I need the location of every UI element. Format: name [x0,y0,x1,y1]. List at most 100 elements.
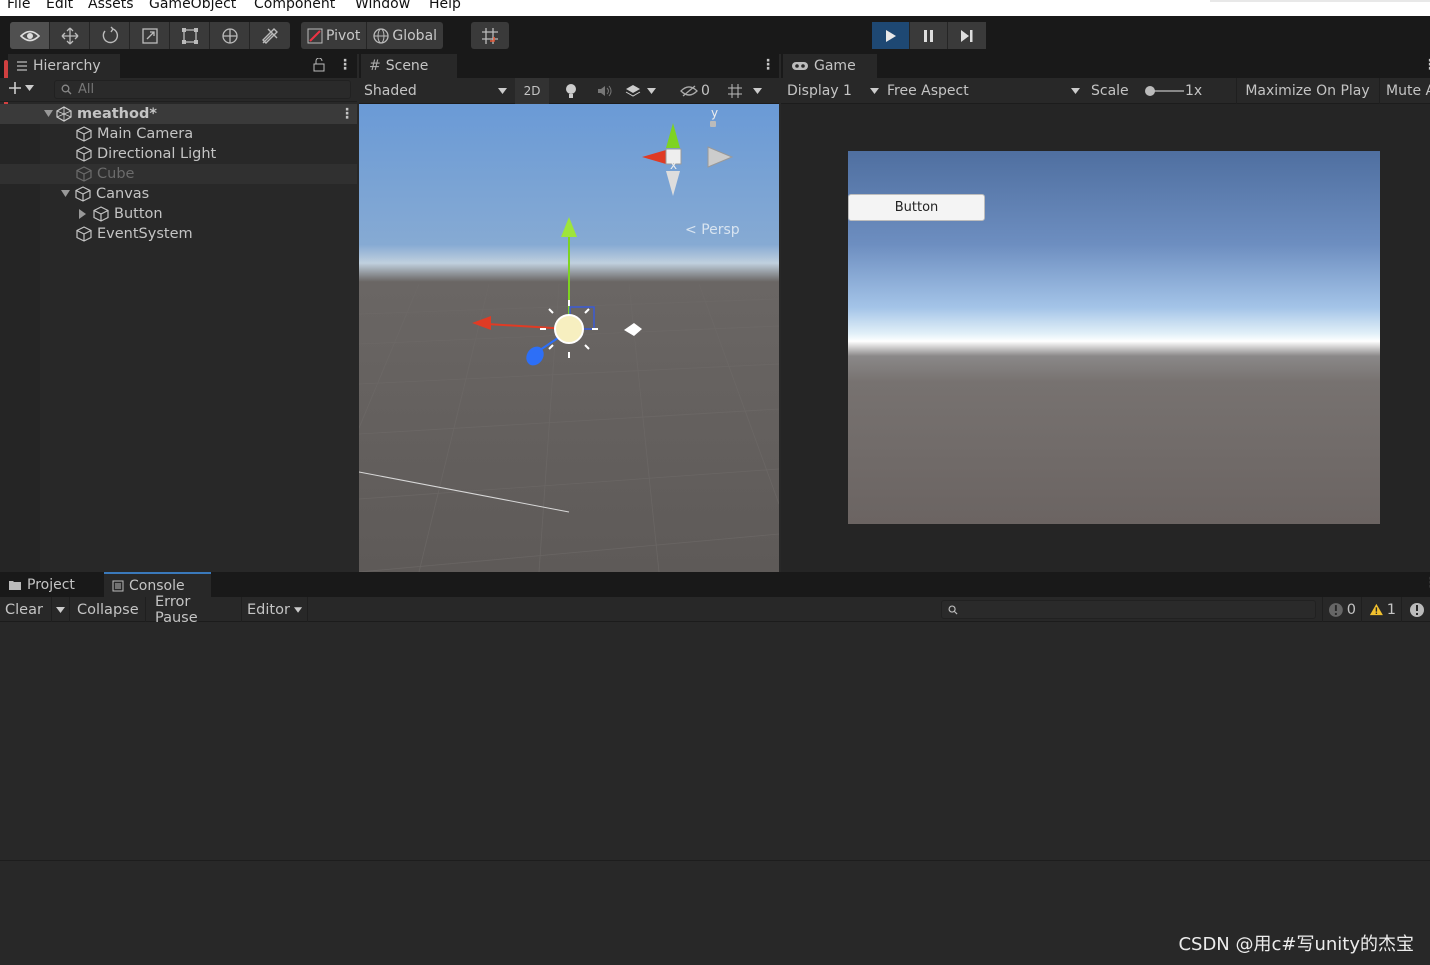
effects-dropdown[interactable] [625,78,669,104]
pivot-icon [307,28,323,43]
menu-assets[interactable]: Assets [88,0,134,11]
expand-arrow-icon[interactable] [44,110,56,118]
list-icon [17,61,27,71]
error-pause-label: Error Pause [155,593,198,626]
clear-options-dropdown[interactable] [52,597,70,622]
custom-tool-button[interactable] [250,22,290,49]
hierarchy-search-input[interactable]: All [54,80,351,99]
create-button[interactable] [8,81,34,95]
tab-hierarchy[interactable]: Hierarchy [8,54,120,78]
hierarchy-item-directional-light[interactable]: Directional Light [0,144,357,164]
aspect-dropdown[interactable]: Free Aspect [887,78,1080,104]
step-button[interactable] [948,22,986,49]
menu-divider [1210,0,1430,2]
gameobject-cube-icon [76,226,92,242]
hierarchy-item-button[interactable]: Button [0,204,357,224]
game-ui-button[interactable]: Button [848,194,985,221]
slider-thumb[interactable] [1145,86,1155,96]
hierarchy-menu-icon[interactable]: ⋮ [338,58,352,72]
hash-icon: # [369,58,381,74]
maximize-label: Maximize On Play [1245,83,1370,99]
2d-toggle[interactable]: 2D [515,78,549,104]
error-pause-button[interactable]: Error Pause [150,594,242,626]
lighting-toggle[interactable] [559,78,583,104]
display-dropdown[interactable]: Display 1 [787,78,879,104]
hierarchy-item-eventsystem[interactable]: EventSystem [0,224,357,244]
audio-toggle[interactable] [593,78,617,104]
play-button[interactable] [872,22,910,49]
chevron-down-icon [25,85,34,91]
tools-icon [262,27,278,44]
hierarchy-panel: Hierarchy ⋮ All meathod* ⋮ Main Camera D… [0,54,357,572]
menu-help[interactable]: Help [429,0,461,11]
game-panel-menu-icon[interactable]: ⋮ [1423,58,1430,72]
menu-file[interactable]: File [7,0,30,11]
error-filter-toggle[interactable] [1404,597,1430,622]
clear-label: Clear [5,601,43,618]
projection-label[interactable]: < Persp [685,222,740,238]
mute-label: Mute A [1386,83,1430,99]
aspect-label: Free Aspect [887,83,969,99]
scene-viewport[interactable]: y x < Persp [359,104,779,572]
chevron-down-icon [1071,88,1080,94]
gameobject-cube-icon [76,126,92,142]
scale-icon [141,27,158,44]
maximize-on-play-toggle[interactable]: Maximize On Play [1236,78,1378,104]
menu-edit[interactable]: Edit [46,0,73,11]
gameobject-cube-icon [76,146,92,162]
grid-snap-button[interactable] [471,22,509,49]
transform-tools [10,22,290,49]
log-count: 0 [1346,601,1356,618]
console-search-input[interactable] [941,600,1316,619]
tab-game[interactable]: Game [783,54,877,78]
step-icon [961,29,973,42]
editor-dropdown[interactable]: Editor [242,597,308,622]
rotate-tool-button[interactable] [90,22,130,49]
transform-tool-button[interactable] [210,22,250,49]
gizmo-y-label: y [711,106,719,120]
tab-project[interactable]: Project [0,572,100,597]
gizmos-dropdown[interactable] [753,78,767,104]
transform-icon [221,27,238,44]
warning-count: 1 [1386,601,1396,618]
scene-root-row[interactable]: meathod* ⋮ [0,104,357,124]
mute-audio-toggle[interactable]: Mute A [1379,78,1430,104]
shading-mode-label: Shaded [364,83,417,99]
eye-icon [19,30,40,41]
gizmos-toggle[interactable] [723,78,747,104]
lock-icon[interactable] [710,121,716,127]
menu-window[interactable]: Window [355,0,410,11]
pause-button[interactable] [910,22,948,49]
console-panel-menu-icon[interactable]: ⋮ [1424,576,1430,590]
hierarchy-item-main-camera[interactable]: Main Camera [0,124,357,144]
scale-slider[interactable]: Scale 1x [1091,78,1231,104]
move-tool-button[interactable] [50,22,90,49]
scene-panel-menu-icon[interactable]: ⋮ [761,58,775,72]
rect-tool-button[interactable] [170,22,210,49]
collapsed-arrow-icon[interactable] [79,209,93,219]
transform-handle[interactable] [467,214,667,384]
menu-component[interactable]: Component [254,0,335,11]
scene-menu-icon[interactable]: ⋮ [340,107,354,121]
tab-scene[interactable]: # Scene [361,54,457,78]
menu-gameobject[interactable]: GameObject [149,0,236,11]
global-button[interactable]: Global [367,22,443,49]
rect-transform-icon [181,27,198,44]
game-viewport[interactable]: Button [848,151,1380,524]
hierarchy-item-cube[interactable]: Cube [0,164,357,184]
pivot-button[interactable]: Pivot [301,22,368,49]
view-tool-button[interactable] [10,22,50,49]
hierarchy-tab-label: Hierarchy [33,58,101,74]
warning-filter-toggle[interactable]: 1 [1364,597,1402,622]
hidden-objects-toggle[interactable]: 0 [680,78,716,104]
collapse-button[interactable]: Collapse [72,597,146,622]
expand-arrow-icon[interactable] [61,190,75,198]
log-filter-toggle[interactable]: 0 [1322,597,1362,622]
hierarchy-item-canvas[interactable]: Canvas [0,184,357,204]
shading-mode-dropdown[interactable]: Shaded [364,78,509,104]
lock-icon[interactable] [313,57,325,76]
clear-button[interactable]: Clear [0,597,52,622]
console-detail-area: CSDN @用c#写unity的杰宝 [0,860,1430,964]
scale-tool-button[interactable] [130,22,170,49]
scene-name: meathod* [77,106,157,122]
